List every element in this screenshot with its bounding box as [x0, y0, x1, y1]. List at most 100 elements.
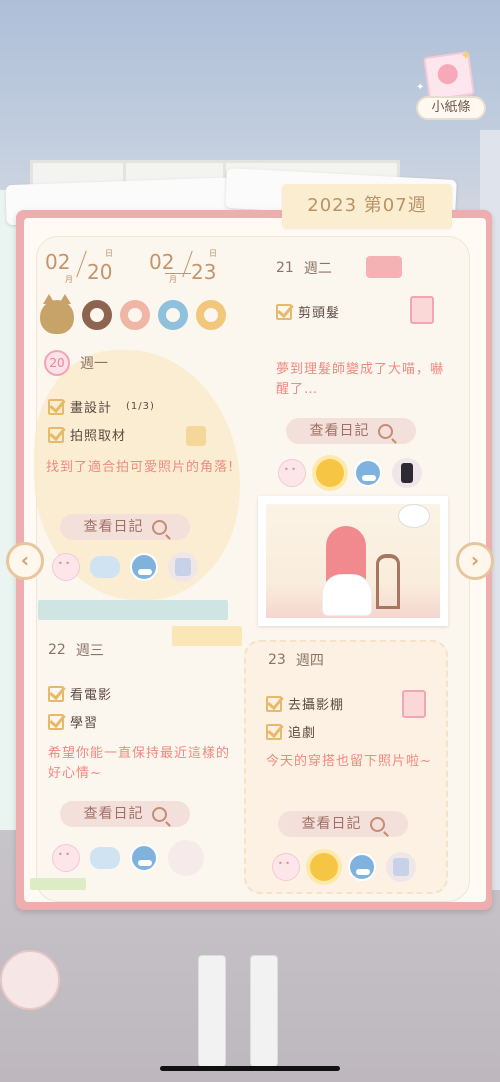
- mood-icon[interactable]: [52, 553, 80, 581]
- home-indicator[interactable]: [160, 1066, 340, 1071]
- day-note: 夢到理髮師變成了大喵，嚇醒了…: [276, 362, 445, 397]
- todo-item[interactable]: 剪頭髮: [276, 302, 340, 321]
- day-unit: 日: [209, 249, 217, 258]
- day-icons: [52, 552, 198, 582]
- star-icon: ✦: [416, 82, 425, 93]
- checkbox-checked-icon[interactable]: [276, 303, 292, 320]
- todo-item[interactable]: 追劇: [266, 722, 316, 741]
- todo-item[interactable]: 去攝影棚: [266, 694, 344, 713]
- donut-icon[interactable]: [120, 300, 150, 330]
- view-diary-label: 查看日記: [309, 423, 370, 439]
- day-number: 22: [48, 642, 66, 658]
- day-header-wed: 22 週三: [48, 640, 104, 660]
- day-unit: 日: [105, 249, 113, 258]
- day-number: 23: [268, 652, 286, 668]
- view-diary-button[interactable]: 查看日記: [278, 811, 408, 837]
- day-icons: [278, 458, 422, 488]
- sun-icon[interactable]: [316, 459, 344, 487]
- outfit-icon[interactable]: [386, 852, 416, 882]
- skate-left: [198, 955, 226, 1067]
- todo-label: 學習: [70, 716, 99, 731]
- checkbox-checked-icon[interactable]: [266, 723, 282, 740]
- todo-label: 拍照取材: [70, 429, 127, 444]
- snow-cloud-icon[interactable]: [90, 847, 120, 869]
- todo-item[interactable]: 拍照取材: [48, 425, 126, 444]
- todo-label: 追劇: [288, 726, 317, 741]
- checkbox-checked-icon[interactable]: [48, 713, 64, 730]
- washi-tape: [38, 600, 228, 620]
- mood-icon[interactable]: [272, 853, 300, 881]
- end-day: 23: [191, 260, 217, 284]
- weather-icon[interactable]: [354, 459, 382, 487]
- day-number: 20: [44, 350, 70, 376]
- photo-card-icon[interactable]: [402, 690, 426, 718]
- note-widget[interactable]: ✦ ✦ 小紙條: [416, 48, 486, 124]
- day-photo[interactable]: [258, 496, 448, 626]
- next-page-button[interactable]: ›: [456, 542, 494, 580]
- photo-image: [266, 504, 440, 618]
- checkbox-checked-icon[interactable]: [48, 685, 64, 702]
- start-day: 20: [87, 260, 113, 284]
- day-note: 希望你能一直保持最近這樣的好心情~: [48, 746, 231, 781]
- week-tab: 2023 第07週: [282, 184, 452, 228]
- day-header-mon: 20 週一: [44, 350, 108, 376]
- photo-card-icon[interactable]: [410, 296, 434, 324]
- sticker-row: [40, 294, 226, 334]
- washi-tape: [30, 878, 86, 890]
- todo-item[interactable]: 看電影: [48, 684, 112, 703]
- todo-item[interactable]: 學習: [48, 712, 98, 731]
- gift-icon: [186, 426, 206, 446]
- note-label: 小紙條: [416, 96, 486, 120]
- mood-icon[interactable]: [52, 844, 80, 872]
- view-diary-button[interactable]: 查看日記: [286, 418, 416, 444]
- mood-icon[interactable]: [278, 459, 306, 487]
- cat-mascot-icon: [40, 294, 74, 334]
- weather-icon[interactable]: [130, 553, 158, 581]
- weekday-label: 週四: [295, 653, 324, 669]
- view-diary-button[interactable]: 查看日記: [60, 514, 190, 540]
- day-number: 21: [276, 260, 294, 276]
- checkbox-checked-icon[interactable]: [48, 398, 64, 415]
- weekday-label: 週三: [75, 643, 104, 659]
- search-icon: [369, 816, 385, 832]
- end-month: 02: [149, 250, 175, 274]
- chevron-left-icon: ‹: [20, 548, 30, 572]
- view-diary-label: 查看日記: [301, 816, 362, 832]
- weather-icon[interactable]: [348, 853, 376, 881]
- day-header-tue: 21 週二: [276, 258, 332, 278]
- star-icon: ✦: [460, 48, 472, 64]
- donut-icon[interactable]: [196, 300, 226, 330]
- start-month: 02: [45, 250, 71, 274]
- skate-right: [250, 955, 278, 1067]
- weather-icon[interactable]: [130, 844, 158, 872]
- month-unit: 月: [169, 275, 177, 284]
- search-icon: [151, 806, 167, 822]
- view-diary-label: 查看日記: [83, 519, 144, 535]
- sun-icon[interactable]: [310, 853, 338, 881]
- todo-label: 畫設計: [70, 401, 113, 416]
- empty-outfit-slot[interactable]: [168, 840, 204, 876]
- donut-icon[interactable]: [82, 300, 112, 330]
- checkbox-checked-icon[interactable]: [48, 426, 64, 443]
- paw-ornament: [0, 950, 60, 1010]
- donut-icon[interactable]: [158, 300, 188, 330]
- search-icon: [377, 423, 393, 439]
- cloud-icon[interactable]: [90, 556, 120, 578]
- weekday-label: 週一: [80, 356, 108, 372]
- day-note: 找到了適合拍可愛照片的角落!: [46, 460, 235, 475]
- month-unit: 月: [65, 275, 73, 284]
- todo-item[interactable]: 畫設計 (1/3): [48, 397, 155, 416]
- thought-bubble: [398, 504, 430, 528]
- cake-sticker-icon: [366, 256, 402, 278]
- day-icons: [272, 852, 416, 882]
- outfit-icon[interactable]: [168, 552, 198, 582]
- view-diary-label: 查看日記: [83, 806, 144, 822]
- day-header-thu: 23 週四: [268, 650, 324, 670]
- day-icons: [52, 840, 204, 876]
- outfit-icon[interactable]: [392, 458, 422, 488]
- prev-page-button[interactable]: ‹: [6, 542, 44, 580]
- checkbox-checked-icon[interactable]: [266, 695, 282, 712]
- chevron-right-icon: ›: [470, 548, 480, 572]
- search-icon: [151, 519, 167, 535]
- view-diary-button[interactable]: 查看日記: [60, 801, 190, 827]
